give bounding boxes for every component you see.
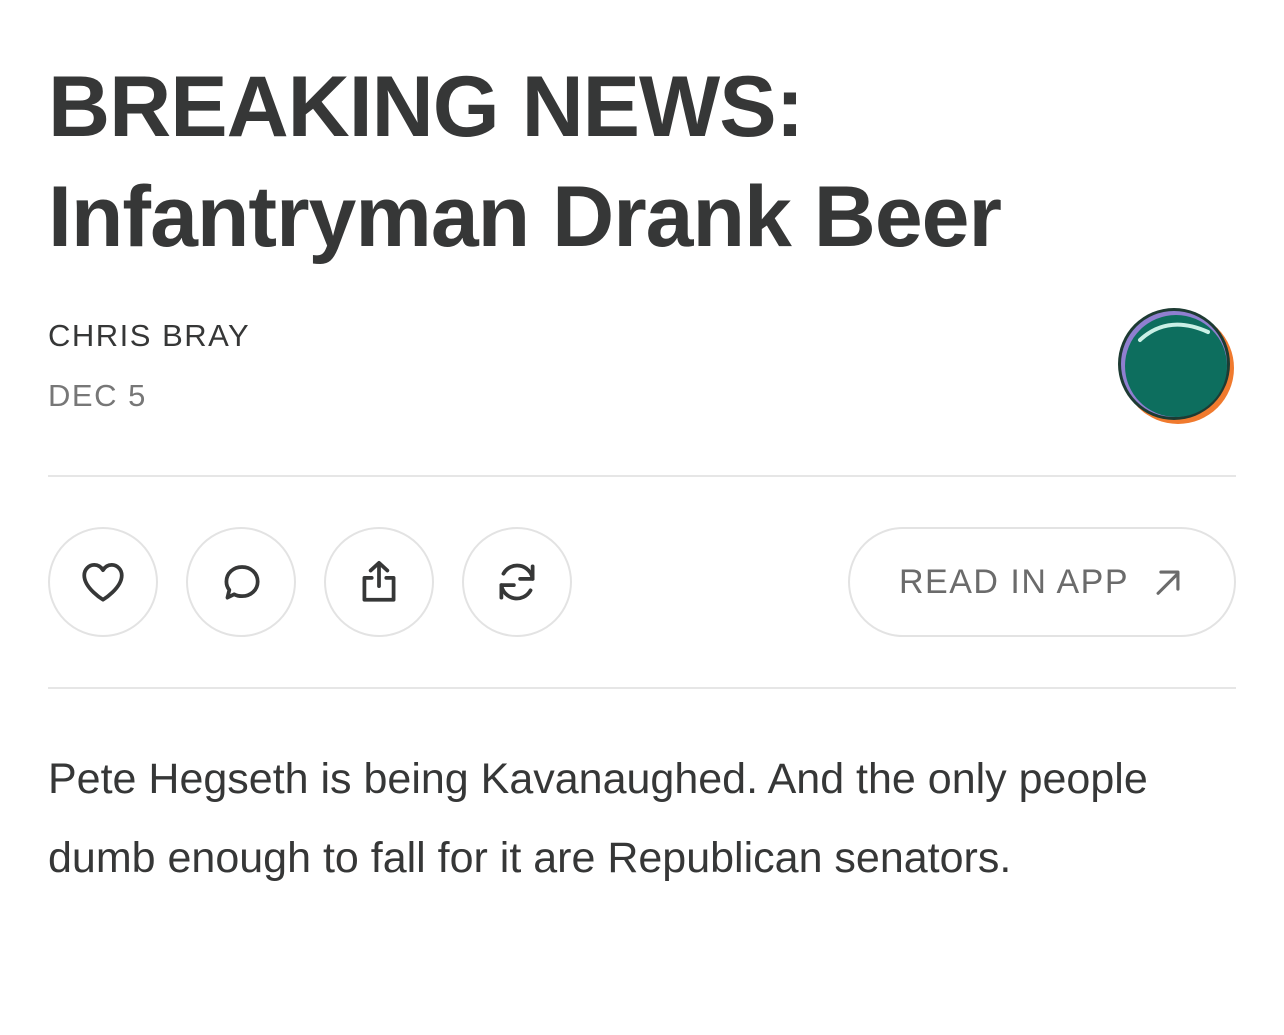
share-icon xyxy=(362,560,396,602)
comment-button[interactable] xyxy=(186,527,296,637)
heart-icon xyxy=(82,563,124,602)
restack-button[interactable] xyxy=(462,527,572,637)
author-name[interactable]: CHRIS BRAY xyxy=(48,318,250,354)
post-title: BREAKING NEWS: Infantryman Drank Beer xyxy=(48,52,1236,272)
divider-bottom xyxy=(48,687,1236,689)
arrow-up-right-icon xyxy=(1156,570,1180,595)
restack-icon xyxy=(499,563,535,601)
read-in-app-label: READ IN APP xyxy=(898,562,1129,601)
read-in-app-button[interactable]: READ IN APP xyxy=(848,527,1236,637)
post-title-line-2: Infantryman Drank Beer xyxy=(48,169,1002,265)
post-date: DEC 5 xyxy=(48,378,147,413)
divider-top xyxy=(48,475,1236,477)
post-body: Pete Hegseth is being Kavanaughed. And t… xyxy=(48,755,1148,882)
share-button[interactable] xyxy=(324,527,434,637)
comment-icon xyxy=(224,565,260,600)
like-button[interactable] xyxy=(48,527,158,637)
post-title-line-1: BREAKING NEWS: xyxy=(48,59,804,155)
publication-logo-icon[interactable] xyxy=(1116,306,1236,426)
